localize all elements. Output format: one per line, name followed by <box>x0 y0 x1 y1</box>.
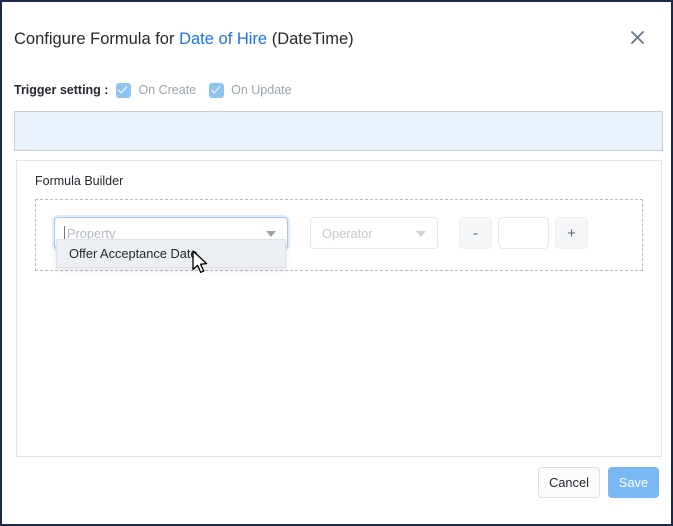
checkbox-on-create-label: On Create <box>138 83 197 97</box>
decrement-button[interactable]: - <box>459 217 492 249</box>
save-button[interactable]: Save <box>608 467 659 498</box>
property-dropdown-menu: Offer Acceptance Date <box>56 239 286 268</box>
operator-select[interactable]: Operator <box>310 217 438 249</box>
operator-select-placeholder: Operator <box>322 225 373 241</box>
close-icon[interactable] <box>627 30 647 50</box>
dialog-title-field-type: (DateTime) <box>271 30 354 48</box>
dialog-header: Configure Formula for Date of Hire (Date… <box>2 2 671 64</box>
cancel-button[interactable]: Cancel <box>538 467 600 498</box>
increment-button[interactable]: + <box>555 217 588 249</box>
trigger-setting-label: Trigger setting : <box>14 83 109 97</box>
formula-builder-label: Formula Builder <box>35 174 124 188</box>
checkbox-on-create[interactable] <box>116 82 132 98</box>
value-stepper: - + <box>459 217 588 249</box>
dropdown-item-offer-acceptance-date[interactable]: Offer Acceptance Date <box>57 240 285 267</box>
configure-formula-dialog: Configure Formula for Date of Hire (Date… <box>0 0 673 526</box>
checkbox-on-update-label: On Update <box>231 83 292 97</box>
chevron-down-icon[interactable] <box>266 231 276 237</box>
formula-builder-card: Formula Builder Property Operator - + <box>16 160 662 457</box>
dialog-title: Configure Formula for Date of Hire (Date… <box>14 30 354 49</box>
formula-display-box[interactable] <box>14 111 663 151</box>
checkbox-on-update[interactable] <box>209 82 225 98</box>
chevron-down-icon[interactable] <box>416 231 426 237</box>
dialog-title-prefix: Configure Formula for <box>14 30 175 48</box>
dialog-footer: Cancel Save <box>2 456 671 524</box>
trigger-setting-row: Trigger setting : On Create On Update <box>14 80 305 100</box>
dialog-title-field-name: Date of Hire <box>179 30 268 48</box>
stepper-value-input[interactable] <box>498 217 549 249</box>
